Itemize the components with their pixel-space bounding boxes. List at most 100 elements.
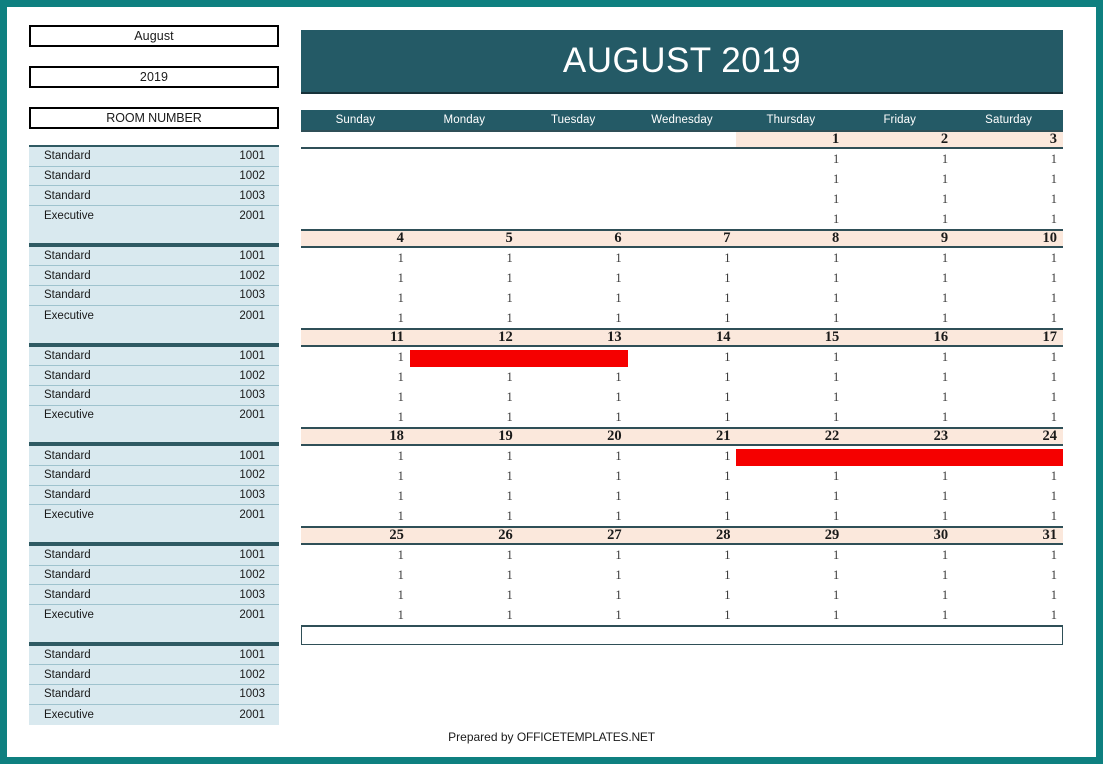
occupancy-cell[interactable]: 1 bbox=[736, 169, 846, 189]
occupancy-cell[interactable]: 1 bbox=[954, 585, 1064, 605]
date-cell[interactable]: 9 bbox=[845, 230, 955, 246]
occupancy-cell[interactable]: 1 bbox=[627, 446, 737, 466]
room-row[interactable]: Standard 1002 bbox=[29, 566, 279, 586]
occupancy-cell[interactable]: 1 bbox=[845, 149, 955, 169]
year-input[interactable]: 2019 bbox=[29, 66, 279, 88]
occupancy-cell[interactable]: 1 bbox=[301, 486, 410, 506]
occupancy-cell[interactable]: 1 bbox=[409, 308, 519, 328]
occupancy-cell[interactable] bbox=[627, 189, 737, 209]
date-cell[interactable]: 29 bbox=[736, 527, 846, 543]
date-cell[interactable]: 14 bbox=[627, 329, 737, 345]
occupancy-cell[interactable]: 1 bbox=[954, 367, 1064, 387]
date-cell[interactable]: 23 bbox=[845, 428, 955, 444]
date-cell[interactable]: 22 bbox=[736, 428, 846, 444]
room-row[interactable]: Executive 2001 bbox=[29, 206, 279, 226]
date-cell[interactable]: 8 bbox=[736, 230, 846, 246]
occupancy-cell[interactable]: 1 bbox=[845, 585, 955, 605]
room-row[interactable]: Standard 1001 bbox=[29, 347, 279, 367]
occupancy-cell[interactable]: 1 bbox=[301, 506, 410, 526]
date-cell[interactable]: 19 bbox=[409, 428, 519, 444]
occupancy-cell[interactable] bbox=[301, 149, 410, 169]
occupancy-cell[interactable]: 1 bbox=[518, 288, 628, 308]
occupancy-cell[interactable]: 1 bbox=[954, 169, 1064, 189]
occupancy-cell[interactable]: 1 bbox=[845, 288, 955, 308]
occupancy-cell[interactable] bbox=[518, 149, 628, 169]
date-cell[interactable]: 17 bbox=[954, 329, 1064, 345]
occupancy-cell[interactable]: 1 bbox=[518, 605, 628, 625]
occupancy-cell[interactable]: 1 bbox=[301, 466, 410, 486]
month-input[interactable]: August bbox=[29, 25, 279, 47]
room-row[interactable]: Standard 1001 bbox=[29, 546, 279, 566]
occupancy-cell[interactable]: 1 bbox=[301, 268, 410, 288]
occupancy-cell[interactable] bbox=[518, 169, 628, 189]
date-cell[interactable]: 31 bbox=[954, 527, 1064, 543]
occupancy-cell[interactable]: 1 bbox=[954, 466, 1064, 486]
occupancy-cell[interactable]: 1 bbox=[845, 268, 955, 288]
occupancy-cell[interactable]: 1 bbox=[627, 466, 737, 486]
occupancy-cell[interactable]: 1 bbox=[301, 288, 410, 308]
occupancy-cell[interactable] bbox=[627, 169, 737, 189]
occupancy-cell[interactable]: 1 bbox=[409, 506, 519, 526]
occupancy-cell[interactable] bbox=[301, 209, 410, 229]
date-cell[interactable]: 3 bbox=[954, 131, 1064, 147]
date-cell[interactable]: 27 bbox=[518, 527, 628, 543]
occupancy-cell[interactable]: 1 bbox=[954, 149, 1064, 169]
date-cell[interactable]: 10 bbox=[954, 230, 1064, 246]
occupancy-cell[interactable]: 1 bbox=[736, 506, 846, 526]
date-cell[interactable]: 24 bbox=[954, 428, 1064, 444]
occupancy-cell[interactable]: 1 bbox=[845, 545, 955, 565]
room-row[interactable]: Standard 1003 bbox=[29, 685, 279, 705]
occupancy-cell[interactable] bbox=[518, 189, 628, 209]
booking-bar[interactable] bbox=[736, 449, 1063, 466]
occupancy-cell[interactable]: 1 bbox=[627, 605, 737, 625]
occupancy-cell[interactable]: 1 bbox=[736, 486, 846, 506]
room-row[interactable]: Standard 1003 bbox=[29, 286, 279, 306]
occupancy-cell[interactable]: 1 bbox=[518, 506, 628, 526]
occupancy-cell[interactable]: 1 bbox=[518, 248, 628, 268]
occupancy-cell[interactable]: 1 bbox=[627, 387, 737, 407]
occupancy-cell[interactable]: 1 bbox=[409, 407, 519, 427]
date-cell[interactable]: 21 bbox=[627, 428, 737, 444]
occupancy-cell[interactable]: 1 bbox=[954, 506, 1064, 526]
occupancy-cell[interactable]: 1 bbox=[301, 347, 410, 367]
date-cell[interactable]: 4 bbox=[301, 230, 410, 246]
occupancy-cell[interactable]: 1 bbox=[845, 189, 955, 209]
occupancy-cell[interactable]: 1 bbox=[409, 367, 519, 387]
occupancy-cell[interactable]: 1 bbox=[736, 149, 846, 169]
occupancy-cell[interactable]: 1 bbox=[845, 565, 955, 585]
occupancy-cell[interactable]: 1 bbox=[627, 248, 737, 268]
occupancy-cell[interactable]: 1 bbox=[518, 545, 628, 565]
booking-bar[interactable] bbox=[409, 350, 628, 367]
date-cell[interactable]: 1 bbox=[736, 131, 846, 147]
occupancy-cell[interactable]: 1 bbox=[409, 387, 519, 407]
occupancy-cell[interactable]: 1 bbox=[301, 407, 410, 427]
occupancy-cell[interactable]: 1 bbox=[409, 288, 519, 308]
room-row[interactable]: Executive 2001 bbox=[29, 505, 279, 525]
occupancy-cell[interactable]: 1 bbox=[736, 308, 846, 328]
room-row[interactable]: Standard 1003 bbox=[29, 486, 279, 506]
occupancy-cell[interactable] bbox=[409, 189, 519, 209]
occupancy-cell[interactable]: 1 bbox=[954, 347, 1064, 367]
occupancy-cell[interactable]: 1 bbox=[736, 466, 846, 486]
occupancy-cell[interactable]: 1 bbox=[627, 308, 737, 328]
occupancy-cell[interactable]: 1 bbox=[627, 367, 737, 387]
date-cell[interactable]: 11 bbox=[301, 329, 410, 345]
occupancy-cell[interactable]: 1 bbox=[954, 565, 1064, 585]
occupancy-cell[interactable]: 1 bbox=[301, 446, 410, 466]
room-row[interactable]: Standard 1003 bbox=[29, 186, 279, 207]
date-cell[interactable]: 6 bbox=[518, 230, 628, 246]
occupancy-cell[interactable]: 1 bbox=[954, 486, 1064, 506]
occupancy-cell[interactable]: 1 bbox=[736, 209, 846, 229]
occupancy-cell[interactable]: 1 bbox=[409, 466, 519, 486]
room-row[interactable]: Standard 1002 bbox=[29, 167, 279, 187]
occupancy-cell[interactable]: 1 bbox=[301, 545, 410, 565]
occupancy-cell[interactable]: 1 bbox=[301, 605, 410, 625]
occupancy-cell[interactable] bbox=[409, 209, 519, 229]
occupancy-cell[interactable]: 1 bbox=[518, 565, 628, 585]
date-cell[interactable]: 18 bbox=[301, 428, 410, 444]
occupancy-cell[interactable]: 1 bbox=[736, 585, 846, 605]
occupancy-cell[interactable]: 1 bbox=[409, 248, 519, 268]
room-row[interactable]: Executive 2001 bbox=[29, 406, 279, 426]
occupancy-cell[interactable]: 1 bbox=[845, 466, 955, 486]
occupancy-cell[interactable]: 1 bbox=[736, 288, 846, 308]
